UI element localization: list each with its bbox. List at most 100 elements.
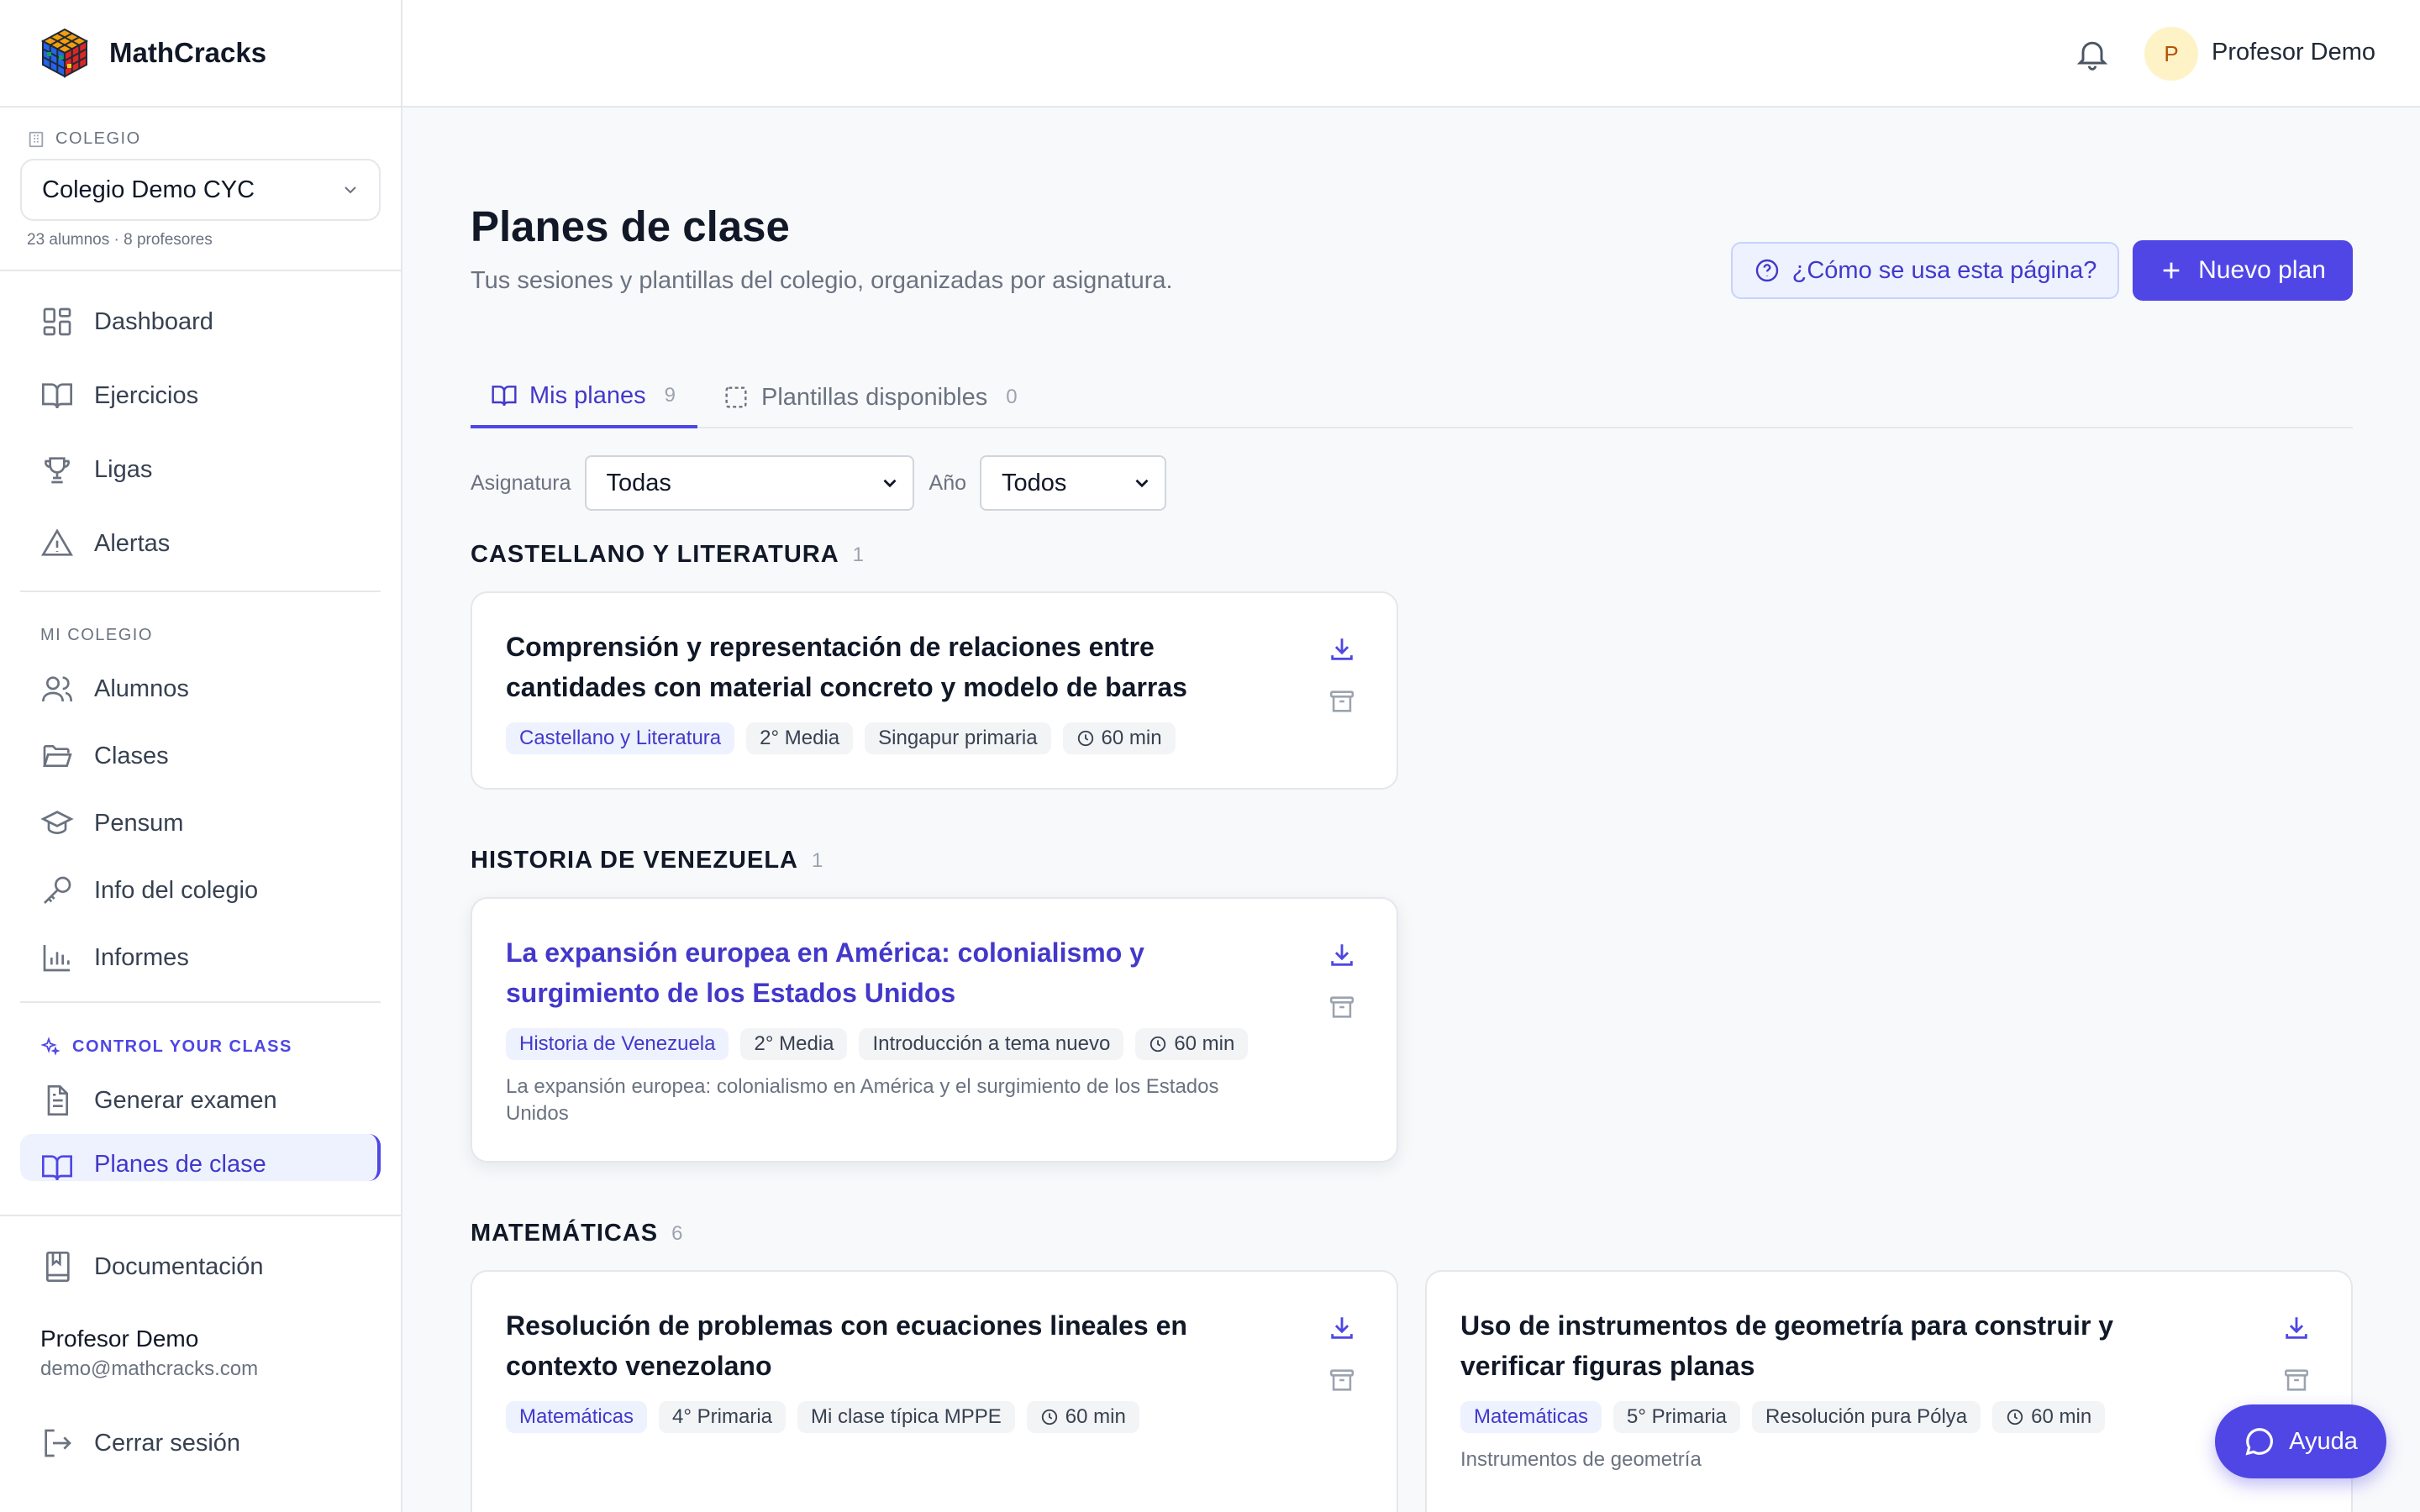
graduation-cap-icon [40,811,74,835]
book-open-icon [42,383,72,409]
archive-icon[interactable] [2282,1366,2311,1394]
download-icon[interactable] [1328,1314,1356,1342]
duration-tag: 60 min [1135,1028,1249,1060]
school-selector-section: COLEGIO Colegio Demo CYC 23 alumnos · 8 … [0,108,401,271]
tab-count: 0 [1006,386,1018,408]
rubiks-cube-logo-icon [40,28,89,78]
subject-tag: Matemáticas [1460,1401,1602,1433]
sidebar-item-alertas[interactable]: Alertas [20,507,381,580]
logout-button[interactable]: Cerrar sesión [20,1410,381,1477]
trophy-icon [45,457,70,484]
duration-tag: 60 min [1992,1401,2106,1433]
sidebar-footer: Documentación Profesor Demo demo@mathcra… [0,1215,401,1512]
filters: Asignatura Todas Año Todos [471,455,1167,511]
chevron-down-icon [1135,479,1149,488]
method-tag: Introducción a tema nuevo [859,1028,1124,1060]
plus-icon [2163,262,2180,279]
section-label-control-your-class: CONTROL YOUR CLASS [20,1013,381,1067]
plan-card[interactable]: Comprensión y representación de relacion… [471,591,1398,790]
plan-card-description: La expansión europea: colonialismo en Am… [506,1075,1219,1125]
archive-icon[interactable] [1328,993,1356,1021]
school-select-value: Colegio Demo CYC [42,176,255,203]
top-bar [402,0,2420,108]
question-circle-icon [1755,259,1778,282]
clock-icon [1041,1409,1057,1425]
plan-card-tags: Historia de Venezuela 2° Media Introducc… [506,1028,1260,1060]
book-open-icon [42,1155,72,1181]
plan-card[interactable]: La expansión europea en América: colonia… [471,897,1398,1163]
sidebar-item-documentacion[interactable]: Documentación [20,1233,381,1300]
grid-icon [43,307,71,336]
plan-card-tags: Matemáticas 4° Primaria Mi clase típica … [506,1401,1151,1433]
tab-count: 9 [664,384,676,407]
method-tag: Mi clase típica MPPE [797,1401,1015,1433]
group-heading-matematicas: MATEMÁTICAS 6 [471,1220,683,1247]
sidebar: MathCracks COLEGIO Colegio Demo CYC 23 a… [0,0,402,1512]
plan-card-title[interactable]: Uso de instrumentos de geometría para co… [1460,1305,2217,1386]
plan-card[interactable]: Resolución de problemas con ecuaciones l… [471,1270,1398,1512]
bell-icon[interactable] [2074,35,2111,72]
sidebar-item-info-colegio[interactable]: Info del colegio [20,857,381,924]
plan-card-title[interactable]: Comprensión y representación de relacion… [506,627,1262,707]
sidebar-item-planes-de-clase[interactable]: Planes de clase [20,1134,381,1181]
bar-chart-icon [43,945,70,972]
grade-tag: 5° Primaria [1613,1401,1741,1433]
sidebar-item-clases[interactable]: Clases [20,722,381,790]
sidebar-item-pensum[interactable]: Pensum [20,790,381,857]
logout-icon [45,1429,71,1457]
how-to-use-button[interactable]: ¿Cómo se usa esta página? [1731,242,2119,299]
tabs: Mis planes 9 Plantillas disponibles 0 [471,366,2353,428]
method-tag: Singapur primaria [865,722,1051,754]
plan-card[interactable]: Uso de instrumentos de geometría para co… [1425,1270,2353,1512]
sidebar-item-ligas[interactable]: Ligas [20,433,381,507]
subject-tag: Matemáticas [506,1401,648,1433]
grade-tag: 4° Primaria [659,1401,786,1433]
sidebar-user-email: demo@mathcracks.com [40,1357,259,1380]
archive-icon[interactable] [1328,1366,1356,1394]
top-user-name[interactable]: Profesor Demo [2212,39,2375,66]
sidebar-item-generar-examen[interactable]: Generar examen [20,1067,381,1134]
archive-icon[interactable] [1328,687,1356,716]
new-plan-button[interactable]: Nuevo plan [2133,240,2353,301]
chevron-down-icon [345,186,356,194]
tab-plantillas[interactable]: Plantillas disponibles 0 [723,366,1018,428]
help-chat-button[interactable]: Ayuda [2215,1404,2386,1478]
avatar[interactable]: P [2144,27,2198,81]
year-filter-select[interactable]: Todos [980,455,1167,511]
group-count: 6 [671,1221,683,1245]
sidebar-item-informes[interactable]: Informes [20,924,381,991]
subject-filter-label: Asignatura [471,470,571,495]
school-meta: 23 alumnos · 8 profesores [27,231,213,249]
dashed-square-icon [725,386,747,408]
warning-icon [41,528,73,556]
chat-bubble-icon [2245,1428,2274,1456]
building-icon [29,131,44,147]
grade-tag: 2° Media [740,1028,848,1060]
sidebar-item-dashboard[interactable]: Dashboard [20,285,381,359]
folder-open-icon [43,745,72,767]
sidebar-item-alumnos[interactable]: Alumnos [20,655,381,722]
group-count: 1 [852,543,865,566]
clock-icon [1150,1036,1166,1053]
users-icon [42,676,72,702]
plan-card-title[interactable]: Resolución de problemas con ecuaciones l… [506,1305,1262,1386]
download-icon[interactable] [1328,941,1356,969]
download-icon[interactable] [1328,635,1356,664]
page-subtitle: Tus sesiones y plantillas del colegio, o… [471,267,1173,294]
subject-filter-select[interactable]: Todas [584,455,914,511]
tab-mis-planes[interactable]: Mis planes 9 [471,366,697,428]
school-select[interactable]: Colegio Demo CYC [20,159,381,221]
subject-tag: Castellano y Literatura [506,722,735,754]
app-name: MathCracks [109,37,267,68]
brand[interactable]: MathCracks [0,0,401,108]
duration-tag: 60 min [1026,1401,1139,1433]
page-title: Planes de clase [471,202,790,250]
plan-card-description: Instrumentos de geometría [1460,1448,1702,1471]
bookmark-book-icon [46,1252,70,1282]
chevron-down-icon [883,479,897,488]
plan-card-title[interactable]: La expansión europea en América: colonia… [506,932,1262,1013]
download-icon[interactable] [2282,1314,2311,1342]
book-open-icon [492,386,517,407]
sidebar-item-ejercicios[interactable]: Ejercicios [20,359,381,433]
school-label: COLEGIO [55,129,141,148]
